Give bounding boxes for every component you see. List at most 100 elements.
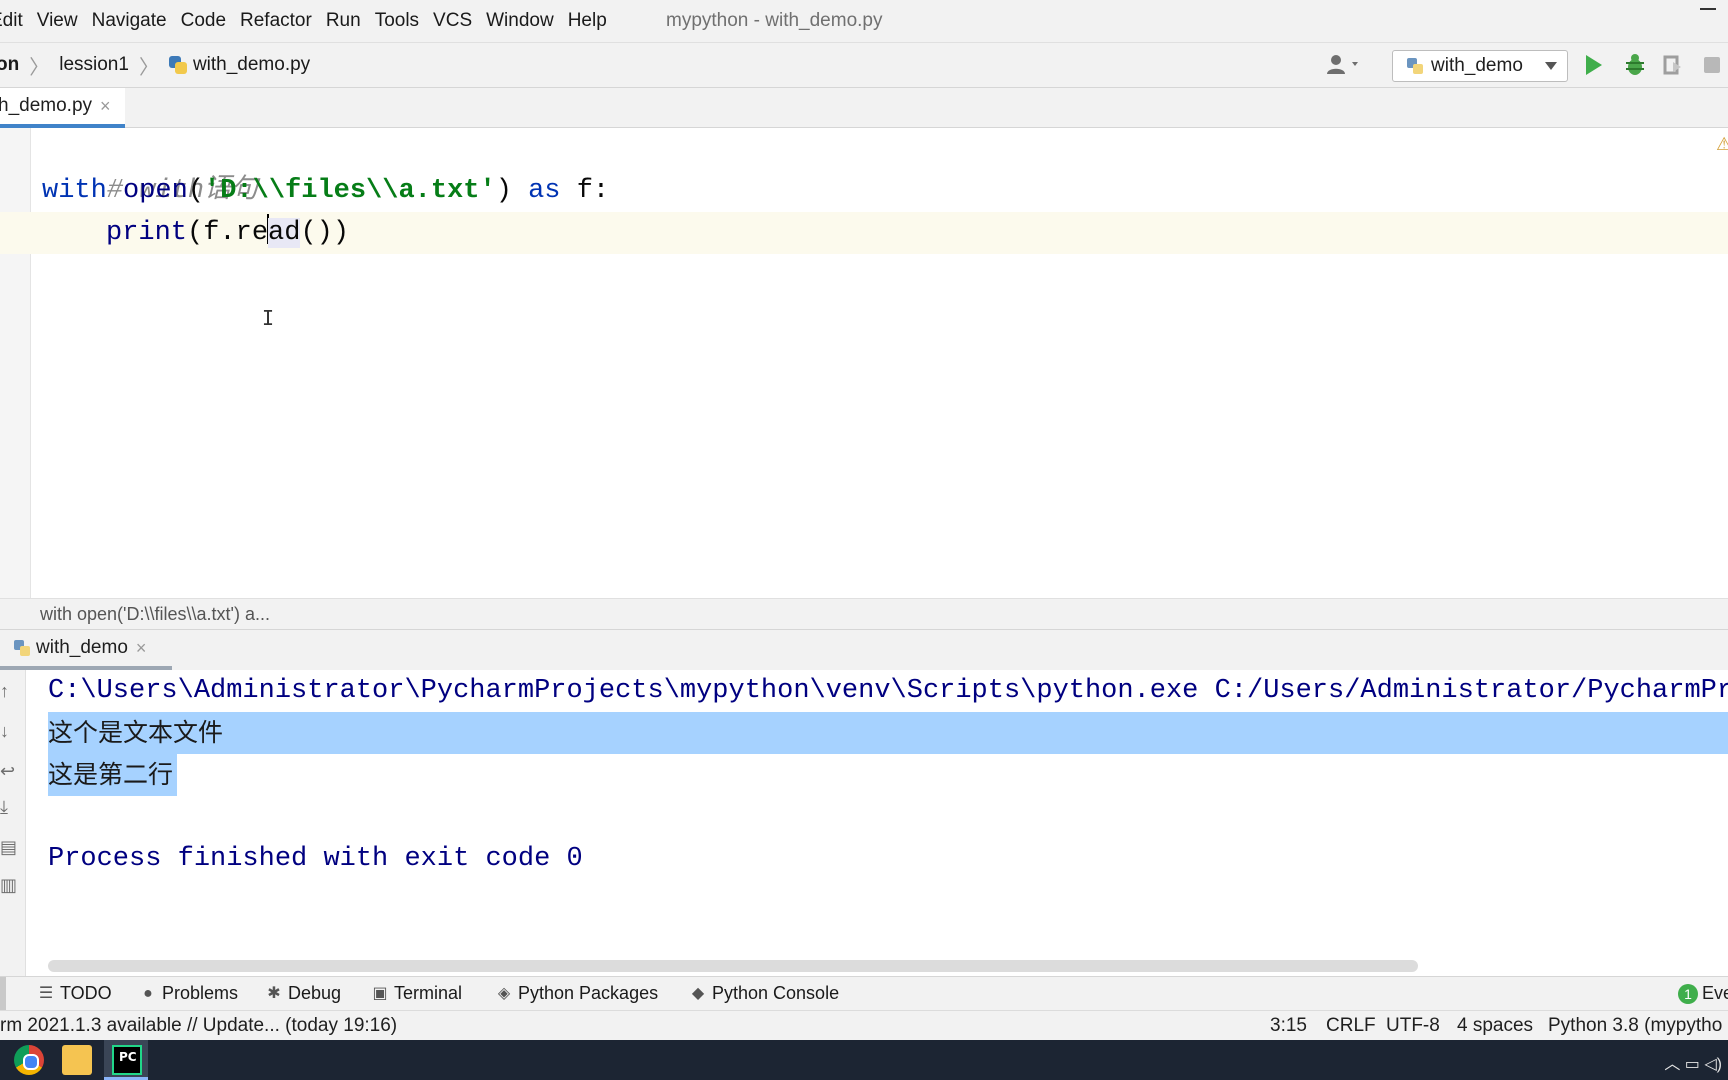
tool-window-bar: ☰ TODO ● Problems ✱ Debug ▣ Terminal ◈ Python… (0, 976, 1728, 1011)
print-icon[interactable]: ▤ (0, 838, 17, 856)
close-icon[interactable]: × (100, 96, 111, 117)
run-configuration-select[interactable]: with_demo (1392, 50, 1568, 82)
breadcrumb-folder[interactable]: lession1 (59, 54, 129, 76)
system-tray-icons[interactable]: ︿ ▭ ◁) (1664, 1050, 1722, 1074)
menu-view[interactable]: View (30, 10, 85, 32)
menu-run[interactable]: Run (319, 10, 368, 32)
code-line-1: # with语句 (42, 128, 258, 206)
structure-breadcrumb[interactable]: with open('D:\\files\\a.txt') a... (40, 604, 270, 625)
event-log-badge[interactable]: 1 (1678, 984, 1698, 1004)
os-taskbar: PC ︿ ▭ ◁) (0, 1040, 1728, 1080)
line-gutter[interactable] (0, 128, 31, 598)
stop-icon[interactable] (1704, 57, 1720, 73)
line-separator[interactable]: CRLF (1326, 1015, 1376, 1037)
info-icon: ● (143, 984, 153, 1002)
tool-terminal[interactable]: ▣ Terminal (372, 983, 462, 1004)
tool-terminal-label: Terminal (394, 983, 463, 1003)
tool-debug-label: Debug (288, 983, 342, 1003)
menu-window[interactable]: Window (479, 10, 561, 32)
menu-navigate[interactable]: Navigate (85, 10, 174, 32)
code-structure-bar: with open('D:\\files\\a.txt') a... (0, 598, 1728, 630)
run-with-coverage-icon[interactable] (1662, 54, 1684, 76)
console-output-line: 这是第二行 (48, 754, 178, 796)
tool-problems-label: Problems (162, 983, 239, 1003)
trash-icon[interactable]: ▥ (0, 876, 17, 894)
paren-open: ( (187, 176, 205, 206)
python-console-icon: ◆ (691, 984, 705, 1002)
tab-label: h_demo.py (0, 95, 93, 116)
console-exit-message: Process finished with exit code 0 (48, 844, 583, 874)
breadcrumb-file[interactable]: with_demo.py (193, 54, 310, 76)
list-icon: ☰ (38, 984, 54, 1002)
tool-todo[interactable]: ☰ TODO (38, 983, 112, 1004)
menu-edit[interactable]: Edit (0, 10, 30, 32)
code-line-2: with open('D:\\files\\a.txt') as f: (42, 170, 609, 212)
editor-tabs: h_demo.py × (0, 88, 1728, 128)
tool-todo-label: TODO (60, 983, 112, 1003)
close-icon[interactable]: × (136, 638, 147, 659)
arrow-up-icon[interactable]: ↑ (0, 682, 14, 700)
python-icon (1407, 58, 1423, 74)
caret-position[interactable]: 3:15 (1270, 1015, 1307, 1037)
string-path: 'D:\\files\\a.txt' (204, 176, 496, 206)
menu-help[interactable]: Help (561, 10, 614, 32)
tool-debug[interactable]: ✱ Debug (266, 983, 341, 1004)
run-tab-label: with_demo (36, 637, 128, 658)
terminal-icon: ▣ (372, 984, 388, 1002)
chevron-down-icon (1545, 62, 1557, 70)
menu-bar: Edit View Navigate Code Refactor Run Too… (0, 0, 1728, 42)
bug-icon: ✱ (267, 984, 281, 1002)
scroll-to-end-icon[interactable]: ⤓ (0, 798, 14, 816)
window-title: mypython - with_demo.py (666, 10, 883, 31)
soft-wrap-icon[interactable]: ↩ (0, 762, 15, 780)
python-interpreter[interactable]: Python 3.8 (mypytho (1548, 1015, 1722, 1037)
code-tail: ()) (300, 218, 350, 248)
update-message[interactable]: rm 2021.1.3 available // Update... (toda… (0, 1015, 397, 1037)
code-line-3-current: print(f.read()) (0, 212, 1728, 254)
tool-python-console[interactable]: ◆ Python Console (690, 983, 839, 1004)
tool-python-console-label: Python Console (712, 983, 840, 1003)
tab-with-demo-py[interactable]: h_demo.py × (0, 88, 125, 128)
indent-setting[interactable]: 4 spaces (1457, 1015, 1533, 1037)
breadcrumb-separator-icon: 〉 (29, 56, 50, 79)
keyword-with: with (42, 176, 107, 206)
file-encoding[interactable]: UTF-8 (1386, 1015, 1440, 1037)
console-output-line: 这个是文本文件 (48, 712, 1728, 754)
menu-vcs[interactable]: VCS (426, 10, 479, 32)
tool-python-packages[interactable]: ◈ Python Packages (496, 983, 658, 1004)
code-after-cursor: ad (268, 218, 301, 248)
minimize-icon[interactable] (1700, 8, 1716, 10)
python-file-icon (168, 56, 187, 74)
status-bar: rm 2021.1.3 available // Update... (toda… (0, 1010, 1728, 1040)
breadcrumb-project[interactable]: on (0, 54, 19, 76)
breadcrumb-separator-icon: 〉 (138, 56, 159, 79)
console-side-toolbar: ↑ ↓ ↩ ⤓ ▤ ▥ (0, 670, 26, 976)
builtin-print: print (106, 218, 188, 248)
pycharm-icon[interactable]: PC (112, 1045, 142, 1075)
tab-run-with-demo[interactable]: with_demo × (0, 630, 172, 670)
code-editor[interactable]: # with语句 with open('D:\\files\\a.txt') a… (0, 128, 1728, 598)
run-tool-button-partial[interactable] (0, 977, 6, 1011)
chrome-icon[interactable] (14, 1045, 44, 1075)
menu-code[interactable]: Code (174, 10, 233, 32)
navigation-bar: on 〉 lession1 〉 with_demo.py with_demo (0, 42, 1728, 88)
paren-close: ) (495, 176, 512, 206)
menu-tools[interactable]: Tools (368, 10, 426, 32)
warning-icon[interactable]: ⚠ (1716, 134, 1728, 155)
code-before-cursor: (f.re (187, 218, 269, 248)
variable-f: f: (576, 176, 610, 206)
keyword-as: as (528, 176, 561, 206)
file-explorer-icon[interactable] (62, 1045, 92, 1075)
run-console[interactable]: ↑ ↓ ↩ ⤓ ▤ ▥ C:\Users\Administrator\Pycha… (0, 670, 1728, 976)
python-icon (14, 640, 30, 656)
arrow-down-icon[interactable]: ↓ (0, 722, 14, 740)
debug-bug-icon[interactable] (1624, 53, 1646, 77)
event-log-label[interactable]: Eve (1702, 983, 1728, 1004)
run-tool-window-tabs: with_demo × (0, 630, 1728, 670)
tool-problems[interactable]: ● Problems (140, 983, 238, 1004)
horizontal-scrollbar[interactable] (48, 960, 1418, 972)
run-icon[interactable] (1586, 55, 1602, 75)
menu-refactor[interactable]: Refactor (233, 10, 319, 32)
layers-icon: ◈ (497, 984, 511, 1002)
user-icon[interactable] (1324, 53, 1364, 77)
